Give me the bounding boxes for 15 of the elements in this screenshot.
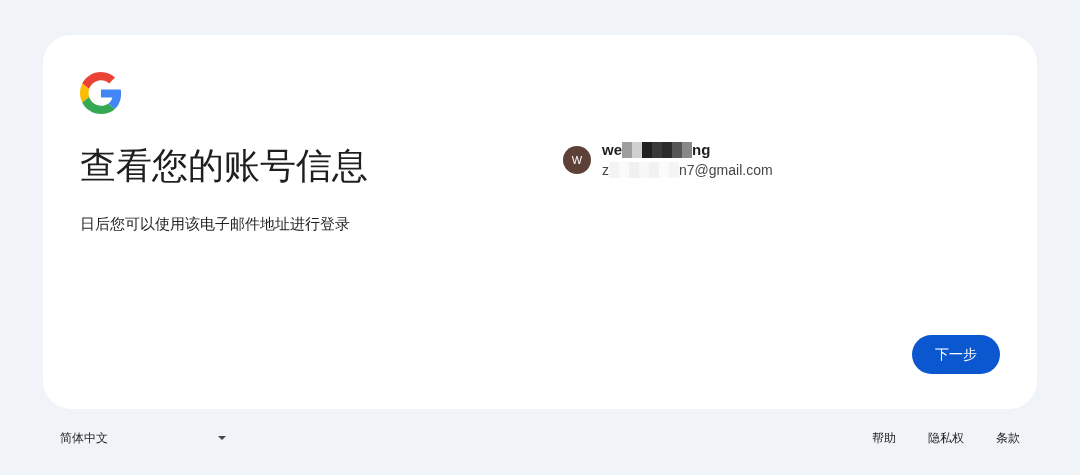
dropdown-caret-icon [218,436,226,440]
footer-link[interactable]: 帮助 [872,429,896,447]
avatar: W [563,146,591,174]
language-selector[interactable]: 简体中文 [60,429,226,447]
account-name: we [602,139,622,160]
page-title: 查看您的账号信息 [80,144,369,188]
next-button[interactable]: 下一步 [912,335,1000,374]
footer-link[interactable]: 隐私权 [928,429,964,447]
footer-link[interactable]: 条款 [996,429,1020,447]
account-email: n7@gmail.com [679,160,773,180]
redaction-drawing [622,142,692,158]
google-logo-icon [80,72,122,114]
account-email: z [602,160,609,180]
subtitle: 日后您可以使用该电子邮件地址进行登录 [80,214,351,234]
account-name: ng [692,139,711,160]
